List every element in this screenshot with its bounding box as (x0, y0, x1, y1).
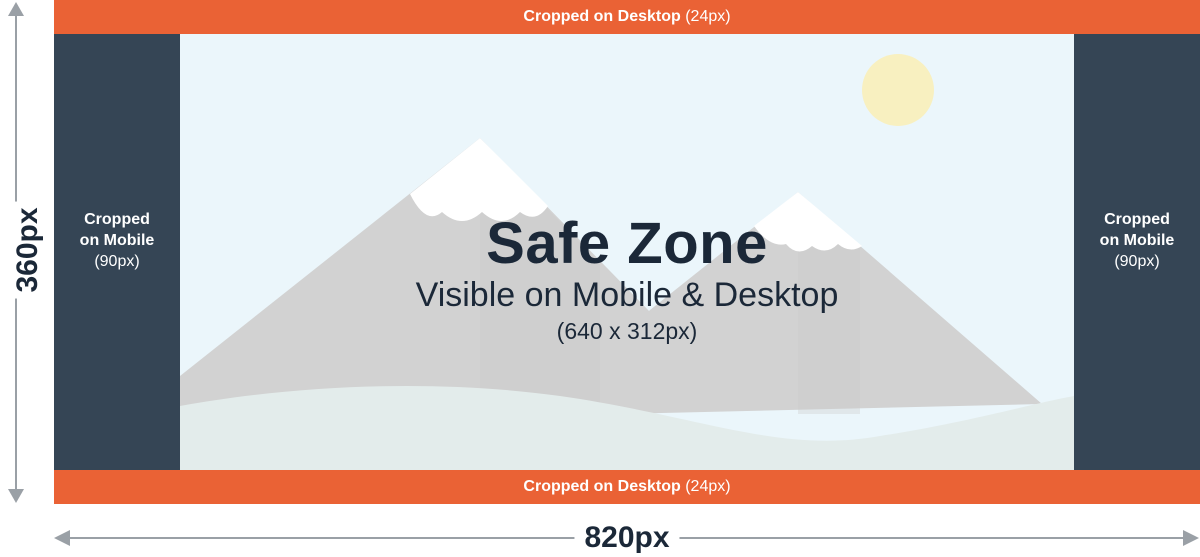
width-label: 820px (574, 521, 680, 555)
arrow-right-icon (1183, 530, 1199, 546)
height-label: 360px (11, 201, 45, 299)
arrow-left-icon (54, 530, 70, 546)
dimension-arrows (8, 2, 1199, 546)
arrow-down-icon (8, 489, 24, 503)
arrow-up-icon (8, 2, 24, 16)
